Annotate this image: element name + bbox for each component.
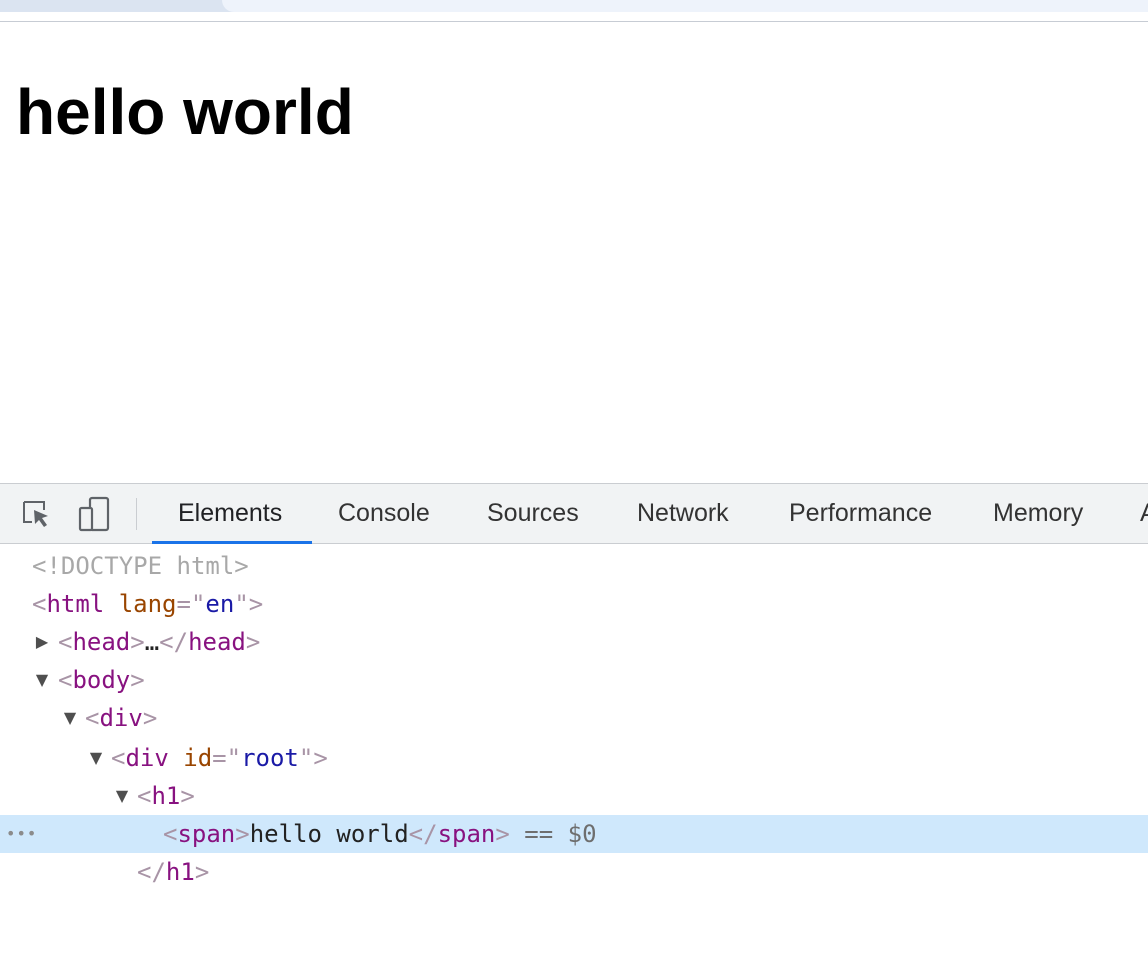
dom-tree: <!DOCTYPE html> <html lang="en"> ▶ <head…: [0, 544, 1148, 902]
collapsed-ellipsis: …: [144, 628, 160, 656]
tag-name: html: [46, 590, 105, 618]
tag-name: body: [72, 666, 131, 694]
expand-triangle-icon[interactable]: ▶: [32, 623, 52, 661]
h1-close-tag: </h1>: [137, 858, 210, 886]
doctype-text: <!DOCTYPE html>: [32, 552, 249, 580]
browser-tab-strip: [222, 0, 1148, 12]
tag-name: head: [72, 628, 131, 656]
tab-overflow[interactable]: A: [1140, 484, 1148, 543]
dom-node-html[interactable]: <html lang="en">: [0, 585, 1148, 623]
tag-name: span: [177, 820, 236, 848]
dom-node-root[interactable]: ▼ <div id="root">: [0, 739, 1148, 777]
collapse-triangle-icon[interactable]: ▼: [32, 661, 52, 699]
tag-name: h1: [151, 782, 181, 810]
tab-memory[interactable]: Memory: [993, 484, 1083, 543]
attr-name: lang: [118, 590, 177, 618]
text-node: hello world: [249, 820, 409, 848]
tag-name: span: [437, 820, 496, 848]
device-toolbar-icon[interactable]: [76, 496, 112, 532]
tab-network[interactable]: Network: [637, 484, 729, 543]
attr-value: root: [241, 744, 299, 772]
tab-console[interactable]: Console: [338, 484, 430, 543]
body-tag: <body>: [58, 666, 145, 694]
tag-name: head: [188, 628, 246, 656]
dom-node-h1[interactable]: ▼ <h1>: [0, 777, 1148, 815]
tab-elements[interactable]: Elements: [178, 484, 282, 543]
page-heading: hello world: [16, 76, 354, 148]
dom-node-div[interactable]: ▼ <div>: [0, 699, 1148, 737]
toolbar-separator: [136, 498, 137, 530]
dom-node-span-selected[interactable]: ••• <span>hello world</span> == $0: [0, 815, 1148, 853]
span-tag: <span>hello world</span> == $0: [163, 820, 597, 848]
collapse-triangle-icon[interactable]: ▼: [86, 739, 106, 777]
tab-sources[interactable]: Sources: [487, 484, 579, 543]
tag-name: h1: [165, 858, 195, 886]
page-viewport: hello world: [0, 22, 1148, 483]
tag-name: div: [125, 744, 169, 772]
devtools-panel: Elements Console Sources Network Perform…: [0, 483, 1148, 902]
html-open-tag: <html lang="en">: [32, 590, 264, 618]
browser-chrome: [0, 0, 1148, 22]
dom-node-h1-close[interactable]: </h1>: [0, 853, 1148, 891]
dom-node-head[interactable]: ▶ <head>…</head>: [0, 623, 1148, 661]
root-div-tag: <div id="root">: [111, 744, 328, 772]
selected-node-marker: == $0: [524, 820, 597, 848]
div-tag: <div>: [85, 704, 158, 732]
dom-node-body[interactable]: ▼ <body>: [0, 661, 1148, 699]
collapse-triangle-icon[interactable]: ▼: [60, 699, 80, 737]
dom-node-doctype[interactable]: <!DOCTYPE html>: [0, 547, 1148, 585]
tag-name: div: [99, 704, 143, 732]
gutter-dots-icon[interactable]: •••: [6, 815, 37, 853]
tab-performance[interactable]: Performance: [789, 484, 932, 543]
head-tag: <head>…</head>: [58, 628, 261, 656]
h1-tag: <h1>: [137, 782, 195, 810]
collapse-triangle-icon[interactable]: ▼: [112, 777, 132, 815]
attr-name: id: [183, 744, 213, 772]
devtools-toolbar: Elements Console Sources Network Perform…: [0, 483, 1148, 544]
browser-toolbar-edge: [0, 12, 1148, 21]
inspect-element-icon[interactable]: [18, 496, 54, 532]
attr-value: en: [205, 590, 235, 618]
